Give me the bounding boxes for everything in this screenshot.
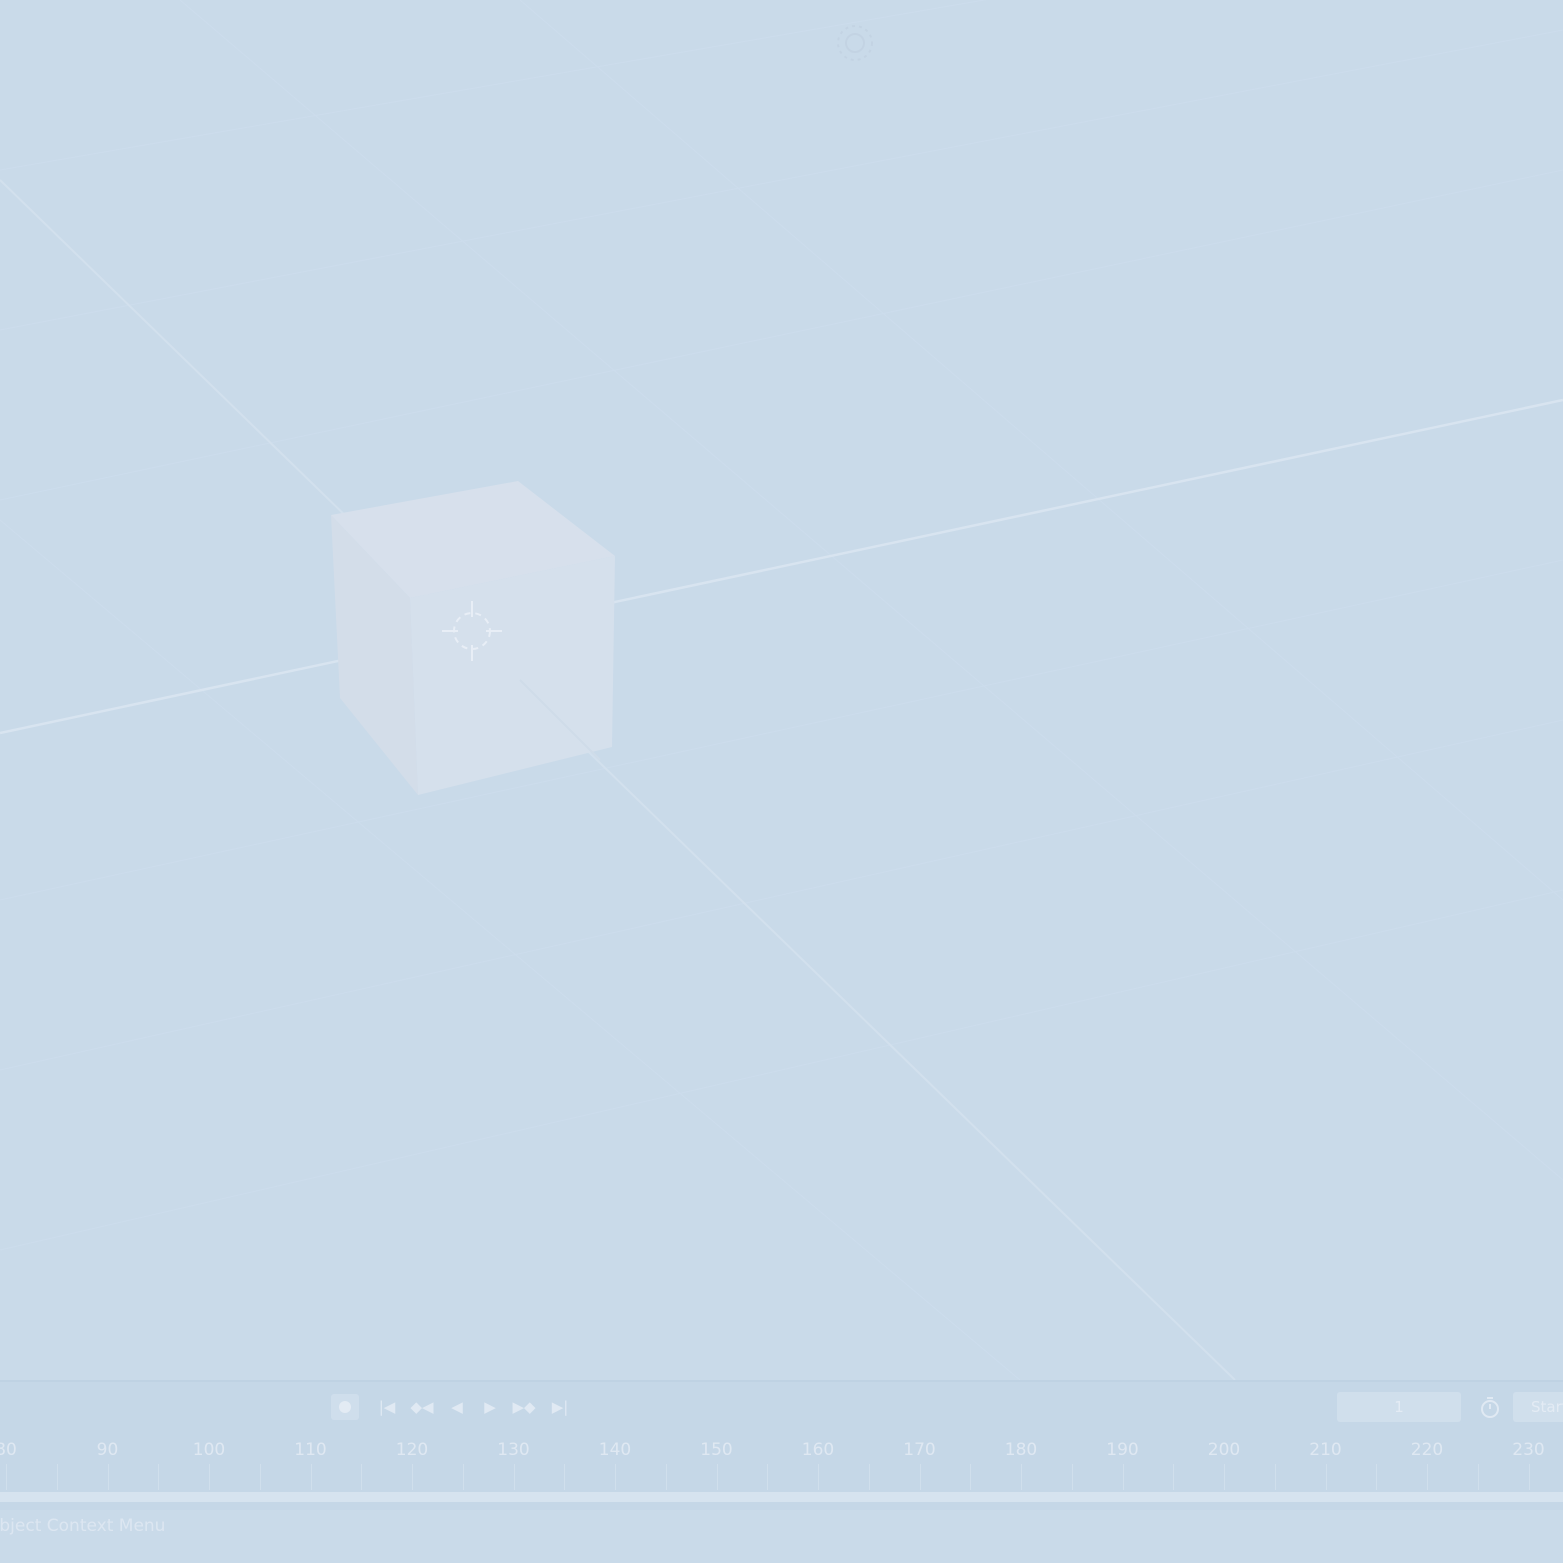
- frame-tick-line: [361, 1464, 363, 1490]
- play-reverse-icon: ◀: [451, 1397, 463, 1416]
- frame-tick-line: [513, 1464, 515, 1490]
- frame-tick-line: [767, 1464, 769, 1490]
- frame-tick-line: [56, 1464, 58, 1490]
- frame-tick-line: [1528, 1464, 1530, 1490]
- frame-tick-line: [1071, 1464, 1073, 1490]
- y-axis-line: [0, 179, 1236, 1380]
- play-button[interactable]: ▶: [476, 1394, 504, 1420]
- stopwatch-icon[interactable]: [1475, 1394, 1505, 1420]
- frame-tick-line: [1173, 1464, 1175, 1490]
- frame-tick-label: 230: [1512, 1440, 1545, 1460]
- frame-tick-line: [209, 1464, 210, 1490]
- frame-tick-label: 110: [294, 1440, 327, 1460]
- record-dot-icon: [339, 1401, 351, 1413]
- frame-tick-line: [1427, 1464, 1428, 1490]
- frame-tick-line: [818, 1464, 819, 1490]
- timeline-editor[interactable]: |◀ ◆◀ ◀ ▶ ▶◆ ▶| 1 Start 8: [0, 1380, 1563, 1512]
- frame-tick-label: 130: [497, 1440, 530, 1460]
- frame-tick-label: 220: [1410, 1440, 1444, 1460]
- current-frame-value: 1: [1394, 1398, 1404, 1416]
- frame-tick-line: [1224, 1464, 1225, 1490]
- frame-tick-line: [716, 1464, 718, 1490]
- jump-start-icon: |◀: [378, 1397, 396, 1416]
- frame-tick-line: [970, 1464, 972, 1490]
- frame-tick-label: 90: [96, 1440, 119, 1460]
- prev-keyframe-icon: ◆◀: [410, 1397, 434, 1416]
- frame-tick-line: [310, 1464, 312, 1490]
- record-button[interactable]: [331, 1394, 359, 1420]
- frame-tick-line: [412, 1464, 413, 1490]
- 3d-viewport[interactable]: [0, 0, 1563, 1380]
- timeline-track[interactable]: [0, 1464, 1563, 1490]
- frame-tick-line: [1274, 1464, 1276, 1490]
- timeline-scrollbar[interactable]: [0, 1492, 1563, 1502]
- floor-grid: [0, 0, 1563, 1380]
- frame-tick-line: [665, 1464, 667, 1490]
- frame-tick-line: [1376, 1464, 1378, 1490]
- jump-prev-keyframe-button[interactable]: ◆◀: [406, 1394, 438, 1420]
- frame-tick-line: [615, 1464, 616, 1490]
- frame-tick-line: [564, 1464, 566, 1490]
- frame-tick-line: [462, 1464, 464, 1490]
- frame-tick-label: 200: [1207, 1440, 1241, 1460]
- light-icon[interactable]: [837, 25, 873, 61]
- status-hint-text: Object Context Menu: [0, 1516, 166, 1536]
- start-frame-field[interactable]: Start: [1513, 1392, 1563, 1422]
- cube[interactable]: [331, 481, 615, 795]
- frame-tick-label: 80: [0, 1440, 17, 1460]
- timeline-header: |◀ ◆◀ ◀ ▶ ▶◆ ▶| 1 Start: [0, 1382, 1563, 1434]
- frame-tick-line: [6, 1464, 7, 1490]
- play-reverse-button[interactable]: ◀: [443, 1394, 471, 1420]
- frame-tick-label: 170: [903, 1440, 936, 1460]
- start-frame-label: Start: [1531, 1398, 1563, 1416]
- jump-to-start-button[interactable]: |◀: [373, 1394, 401, 1420]
- frame-tick-line: [868, 1464, 870, 1490]
- frame-tick-line: [1325, 1464, 1327, 1490]
- x-axis-line: [0, 398, 1563, 735]
- jump-next-keyframe-button[interactable]: ▶◆: [508, 1394, 540, 1420]
- cube-front-face: [410, 556, 615, 795]
- frame-tick-line: [919, 1464, 921, 1490]
- frame-tick-line: [1477, 1464, 1479, 1490]
- frame-ruler[interactable]: 80 90 100 110 120 130 140 150 160 170 180 190 200 210…: [0, 1434, 1563, 1464]
- frame-tick-line: [158, 1464, 160, 1490]
- play-icon: ▶: [484, 1397, 496, 1416]
- frame-tick-label: 210: [1309, 1440, 1342, 1460]
- status-bar: Object Context Menu: [0, 1510, 1563, 1563]
- frame-tick-line: [1122, 1464, 1124, 1490]
- frame-tick-label: 100: [192, 1440, 226, 1460]
- frame-tick-label: 150: [700, 1440, 733, 1460]
- frame-tick-label: 120: [395, 1440, 429, 1460]
- frame-tick-label: 190: [1106, 1440, 1139, 1460]
- frame-tick-line: [107, 1464, 109, 1490]
- jump-end-icon: ▶|: [551, 1397, 569, 1416]
- current-frame-field[interactable]: 1: [1337, 1392, 1461, 1422]
- frame-tick-label: 160: [801, 1440, 835, 1460]
- frame-tick-label: 140: [598, 1440, 632, 1460]
- frame-tick-line: [1021, 1464, 1022, 1490]
- next-keyframe-icon: ▶◆: [512, 1397, 536, 1416]
- frame-tick-line: [259, 1464, 261, 1490]
- viewport-scene: [0, 0, 1563, 1380]
- frame-tick-label: 180: [1004, 1440, 1038, 1460]
- jump-to-end-button[interactable]: ▶|: [546, 1394, 574, 1420]
